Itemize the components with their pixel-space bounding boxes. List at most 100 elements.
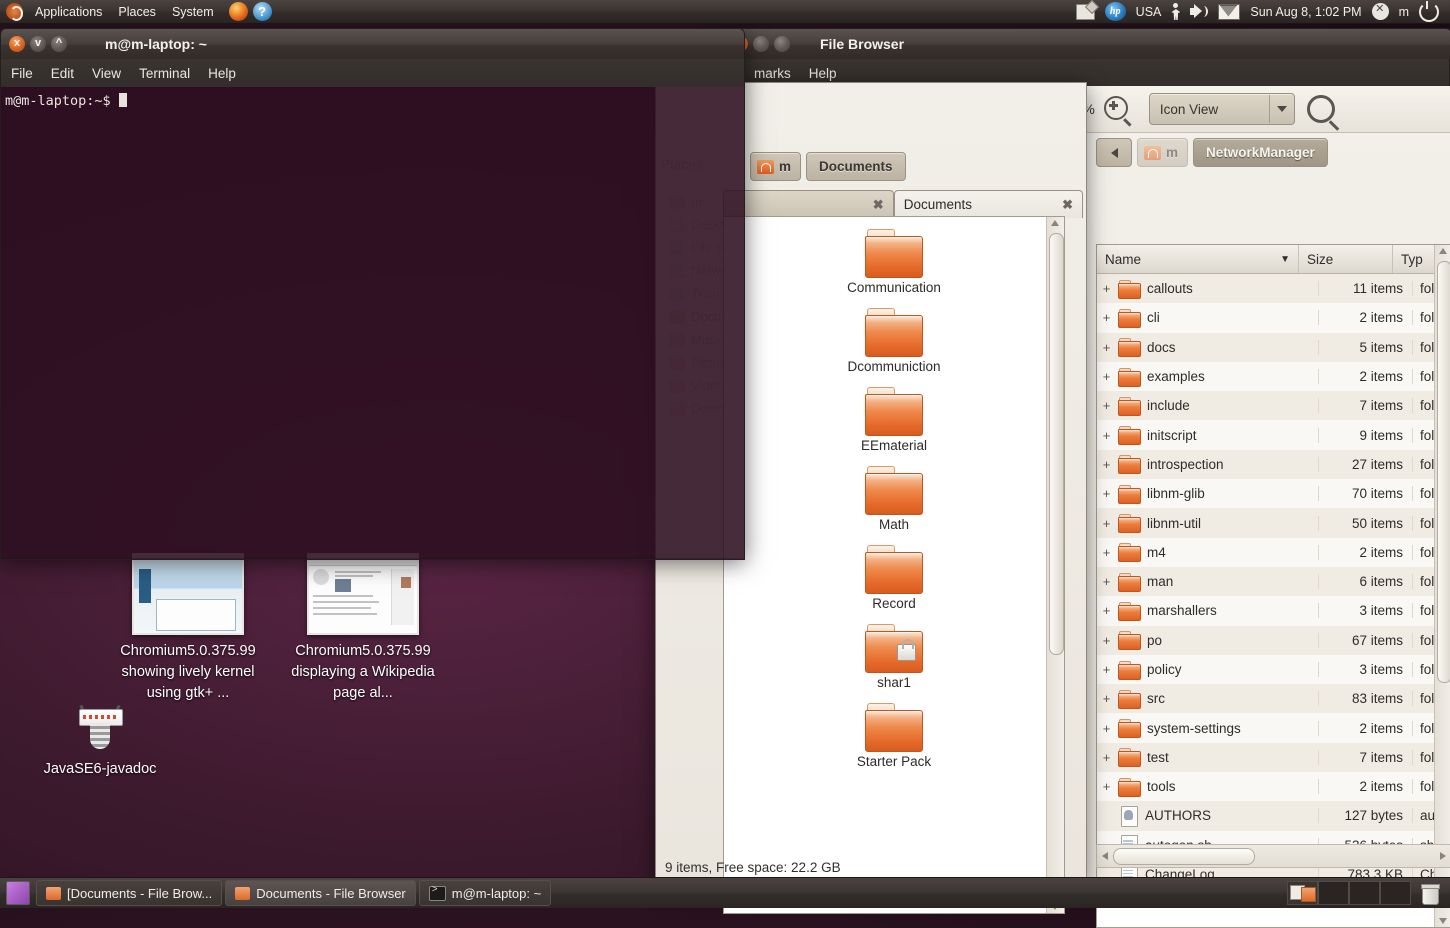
tab-close-icon[interactable]: ✖	[1062, 197, 1073, 213]
hscrollbar-thumb[interactable]	[1113, 848, 1255, 865]
vertical-scrollbar[interactable]	[1046, 217, 1064, 913]
volume-icon[interactable]	[1190, 4, 1208, 19]
scrollbar-thumb[interactable]	[1437, 261, 1450, 683]
mail-icon[interactable]	[1218, 4, 1240, 20]
table-row[interactable]: +tools2 itemsfolc	[1097, 772, 1450, 801]
scroll-down-arrow-icon[interactable]	[1439, 918, 1447, 924]
workspace-4[interactable]	[1380, 881, 1411, 905]
scroll-right-arrow-icon[interactable]	[1440, 852, 1446, 860]
table-row[interactable]: +po67 itemsfolc	[1097, 626, 1450, 655]
column-header-type[interactable]: Typ	[1393, 245, 1433, 273]
workspace-1[interactable]	[1287, 881, 1318, 905]
firefox-icon[interactable]	[229, 2, 248, 21]
table-row[interactable]: +include7 itemsfolc	[1097, 391, 1450, 420]
workspace-switcher[interactable]	[1287, 881, 1450, 905]
tab-documents[interactable]: Documents ✖	[894, 190, 1083, 218]
scroll-up-arrow-icon[interactable]	[1051, 220, 1059, 226]
me-menu-icon[interactable]	[1372, 3, 1389, 20]
taskbar-button[interactable]: Documents - File Browser	[225, 880, 416, 906]
trash-icon[interactable]	[1421, 884, 1438, 903]
table-row[interactable]: +libnm-util50 itemsfolc	[1097, 508, 1450, 537]
table-row[interactable]: +examples2 itemsfolc	[1097, 362, 1450, 391]
scroll-left-arrow-icon[interactable]	[1102, 852, 1108, 860]
breadcrumb-item-home[interactable]: m	[1137, 138, 1188, 167]
menu-system[interactable]: System	[164, 3, 222, 21]
tab-close-icon[interactable]: ✖	[873, 197, 884, 213]
table-row[interactable]: +policy3 itemsfolc	[1097, 655, 1450, 684]
table-row[interactable]: +callouts11 itemsfolc	[1097, 274, 1450, 303]
top-panel[interactable]: Applications Places System ? hp USA Sun …	[0, 0, 1450, 24]
expander-toggle[interactable]: +	[1097, 603, 1116, 618]
table-row[interactable]: +system-settings2 itemsfolc	[1097, 713, 1450, 742]
tab-unnamed[interactable]: ✖	[723, 190, 894, 218]
breadcrumb-item-home[interactable]: m	[750, 152, 801, 181]
table-row[interactable]: +libnm-glib70 itemsfolc	[1097, 479, 1450, 508]
breadcrumb[interactable]: m NetworkManager	[1096, 138, 1328, 167]
table-row[interactable]: +introspection27 itemsfolc	[1097, 450, 1450, 479]
table-row[interactable]: +initscript9 itemsfolc	[1097, 420, 1450, 449]
window-buttons[interactable]: x v ^	[1, 36, 75, 52]
expander-toggle[interactable]: +	[1097, 281, 1116, 296]
expander-toggle[interactable]: +	[1097, 398, 1116, 413]
window-titlebar[interactable]: x v ^ m@m-laptop: ~	[0, 28, 745, 59]
table-row[interactable]: +man6 itemsfolc	[1097, 567, 1450, 596]
workspace-3[interactable]	[1349, 881, 1380, 905]
expander-toggle[interactable]: +	[1097, 457, 1116, 472]
desktop-icon-javadoc[interactable]: JavaSE6-javadoc	[15, 705, 185, 780]
expander-toggle[interactable]: +	[1097, 545, 1116, 560]
indicator-area[interactable]: hp USA Sun Aug 8, 1:02 PM m	[1071, 2, 1450, 22]
file-list-header[interactable]: Name ▼ Size Typ	[1097, 245, 1450, 274]
menu-view[interactable]: View	[83, 64, 130, 83]
terminal-body[interactable]: m@m-laptop:~$	[0, 87, 745, 560]
expander-toggle[interactable]: +	[1097, 691, 1116, 706]
icon-view[interactable]: Communication Dcommuniction EEmaterial Math…	[723, 216, 1065, 914]
expander-toggle[interactable]: +	[1097, 662, 1116, 677]
expander-toggle[interactable]: +	[1097, 369, 1116, 384]
expander-toggle[interactable]: +	[1097, 428, 1116, 443]
file-list-rows[interactable]: +callouts11 itemsfolc+cli2 itemsfolc+doc…	[1097, 274, 1450, 889]
window-titlebar[interactable]: File Browser	[723, 28, 1450, 59]
help-icon[interactable]: ?	[253, 2, 272, 21]
expander-toggle[interactable]: +	[1097, 310, 1116, 325]
table-row[interactable]: +marshallers3 itemsfolc	[1097, 596, 1450, 625]
icon-view-item[interactable]: Math	[834, 466, 954, 533]
minimize-button[interactable]	[753, 36, 769, 52]
window-list[interactable]: [Documents - File Brow...Documents - Fil…	[36, 880, 554, 906]
taskbar-button[interactable]: [Documents - File Brow...	[36, 880, 222, 906]
zoom-in-icon[interactable]	[1104, 92, 1134, 126]
column-header-size[interactable]: Size	[1299, 245, 1393, 273]
icon-view-item[interactable]: Starter Pack	[834, 703, 954, 770]
table-row[interactable]: +test7 itemsfolc	[1097, 743, 1450, 772]
breadcrumb-back-button[interactable]	[1096, 138, 1132, 167]
icon-view-item[interactable]: EEmaterial	[834, 387, 954, 454]
desktop-icon-chromium-2[interactable]: Chromium5.0.375.99 displaying a Wikipedi…	[278, 553, 448, 704]
taskbar-button[interactable]: m@m-laptop: ~	[419, 880, 551, 906]
menu-places[interactable]: Places	[110, 3, 164, 21]
search-icon[interactable]	[1307, 95, 1335, 123]
icon-view-item[interactable]: Communication	[834, 229, 954, 296]
expander-toggle[interactable]: +	[1097, 516, 1116, 531]
menu-help[interactable]: Help	[800, 64, 846, 83]
view-mode-select[interactable]: Icon View	[1149, 93, 1295, 125]
menubar[interactable]: File Edit View Terminal Help	[0, 59, 745, 87]
menu-file[interactable]: File	[1, 64, 42, 83]
select-chevron-icon[interactable]	[1269, 95, 1294, 123]
accessibility-icon[interactable]	[1171, 3, 1180, 20]
icon-view-item[interactable]: Dcommuniction	[834, 308, 954, 375]
expander-toggle[interactable]: +	[1097, 721, 1116, 736]
expander-toggle[interactable]: +	[1097, 486, 1116, 501]
breadcrumb-item-networkmanager[interactable]: NetworkManager	[1193, 138, 1328, 167]
clock[interactable]: Sun Aug 8, 1:02 PM	[1250, 5, 1361, 19]
show-desktop-icon[interactable]	[6, 881, 30, 905]
user-name[interactable]: m	[1399, 5, 1409, 19]
menu-applications[interactable]: Applications	[27, 3, 110, 21]
icon-view-item[interactable]: shar1	[834, 624, 954, 691]
bottom-panel[interactable]: [Documents - File Brow...Documents - Fil…	[0, 877, 1450, 908]
expander-toggle[interactable]: +	[1097, 750, 1116, 765]
vertical-scrollbar[interactable]	[1434, 245, 1450, 927]
menu-terminal[interactable]: Terminal	[130, 64, 199, 83]
scrollbar-thumb[interactable]	[1049, 233, 1064, 655]
table-row[interactable]: +docs5 itemsfolc	[1097, 333, 1450, 362]
icon-items[interactable]: Communication Dcommuniction EEmaterial Math…	[724, 229, 1064, 770]
keyboard-layout-indicator[interactable]: USA	[1136, 5, 1162, 19]
